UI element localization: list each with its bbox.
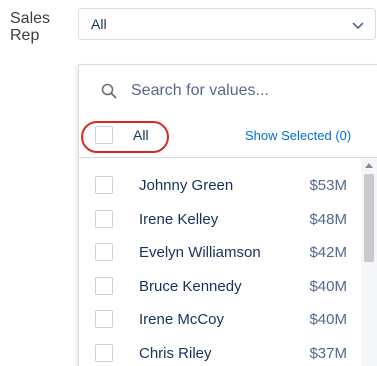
list-item[interactable]: Johnny Green $53M [79,169,359,203]
field-label: Sales Rep [10,10,51,44]
search-input[interactable] [131,75,361,107]
search-row [79,65,377,115]
item-checkbox[interactable] [95,276,113,295]
list-item[interactable]: Irene Kelley $48M [79,203,359,237]
select-value: All [91,16,107,32]
dropdown-panel: All Show Selected (0) Johnny Green $53M … [78,64,377,366]
list-item[interactable]: Chris Riley $37M [79,337,359,366]
all-label: All [133,127,149,143]
show-selected-link[interactable]: Show Selected (0) [245,128,351,143]
sales-rep-select[interactable]: All [78,8,376,40]
list-item[interactable]: Irene McCoy $40M [79,303,359,337]
chevron-down-icon[interactable] [351,18,365,32]
item-name: Irene McCoy [139,311,225,328]
rep-list: Johnny Green $53M Irene Kelley $48M Evel… [79,169,359,366]
list-item[interactable]: Evelyn Williamson $42M [79,236,359,270]
item-value: $42M [309,244,347,261]
item-name: Irene Kelley [139,210,219,228]
item-value: $53M [309,177,347,194]
item-name: Chris Riley [139,344,212,362]
item-name: Bruce Kennedy [139,277,242,295]
item-value: $48M [309,210,347,228]
item-checkbox[interactable] [95,343,113,362]
item-value: $40M [309,311,347,328]
all-option-row[interactable]: All Show Selected (0) [79,121,377,153]
all-checkbox[interactable] [95,126,113,144]
item-checkbox[interactable] [95,176,113,194]
scroll-up-arrow-icon[interactable] [365,162,373,168]
item-checkbox[interactable] [95,209,113,228]
item-value: $40M [309,277,347,295]
item-checkbox[interactable] [95,310,113,328]
item-checkbox[interactable] [95,243,113,261]
search-icon [101,83,117,99]
item-value: $37M [309,344,347,362]
divider [79,157,377,158]
item-name: Evelyn Williamson [139,244,261,261]
item-name: Johnny Green [139,177,234,194]
list-scrollbar[interactable] [361,158,377,366]
list-item[interactable]: Bruce Kennedy $40M [79,270,359,304]
scrollbar-thumb[interactable] [364,174,374,262]
